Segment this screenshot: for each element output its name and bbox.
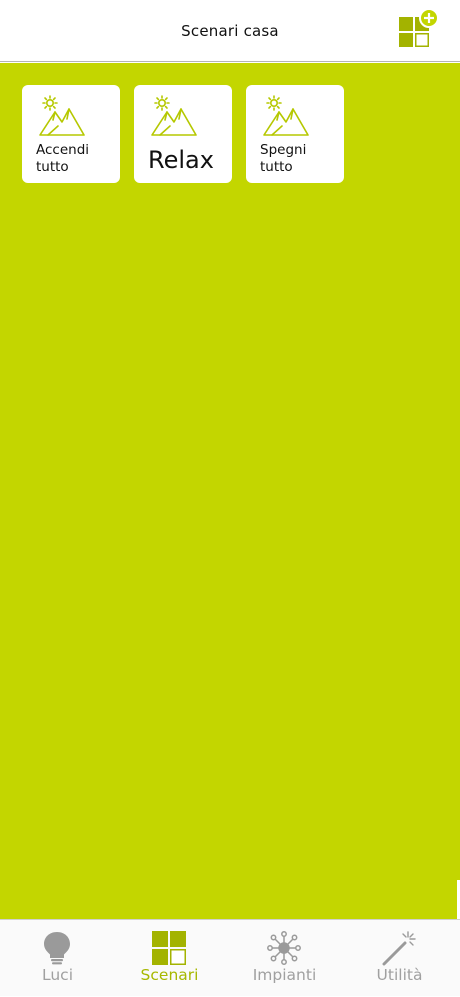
mountain-sun-icon bbox=[151, 95, 197, 136]
scenes-area: Accendi tutto Relax Spegni tutto bbox=[0, 63, 460, 919]
mountain-sun-icon bbox=[39, 95, 85, 136]
add-scene-grid-icon bbox=[399, 8, 439, 47]
scene-card-accendi-tutto[interactable]: Accendi tutto bbox=[22, 85, 120, 183]
network-icon bbox=[267, 931, 301, 965]
scene-label: Accendi tutto bbox=[36, 142, 90, 175]
tab-label: Scenari bbox=[140, 966, 199, 984]
tab-label: Utilità bbox=[376, 966, 423, 984]
tab-label: Impianti bbox=[252, 966, 317, 984]
tab-bar: Luci Scenari Impianti Utilità bbox=[0, 919, 460, 996]
header: Scenari casa bbox=[0, 0, 460, 62]
add-scene-button[interactable] bbox=[396, 8, 440, 52]
scene-card-relax[interactable]: Relax bbox=[134, 85, 232, 183]
scene-label: Relax bbox=[148, 146, 214, 174]
page-title: Scenari casa bbox=[181, 22, 279, 40]
lightbulb-icon bbox=[44, 932, 70, 965]
tab-scenari[interactable]: Scenari bbox=[112, 920, 227, 997]
scene-label: Spegni tutto bbox=[260, 142, 307, 175]
grid-icon bbox=[152, 931, 186, 965]
tab-luci[interactable]: Luci bbox=[0, 920, 115, 997]
tab-impianti[interactable]: Impianti bbox=[227, 920, 342, 997]
magic-wand-icon bbox=[382, 931, 416, 966]
tab-utilita[interactable]: Utilità bbox=[342, 920, 457, 997]
mountain-sun-icon bbox=[263, 95, 309, 136]
scene-card-spegni-tutto[interactable]: Spegni tutto bbox=[246, 85, 344, 183]
tab-label: Luci bbox=[41, 966, 73, 984]
